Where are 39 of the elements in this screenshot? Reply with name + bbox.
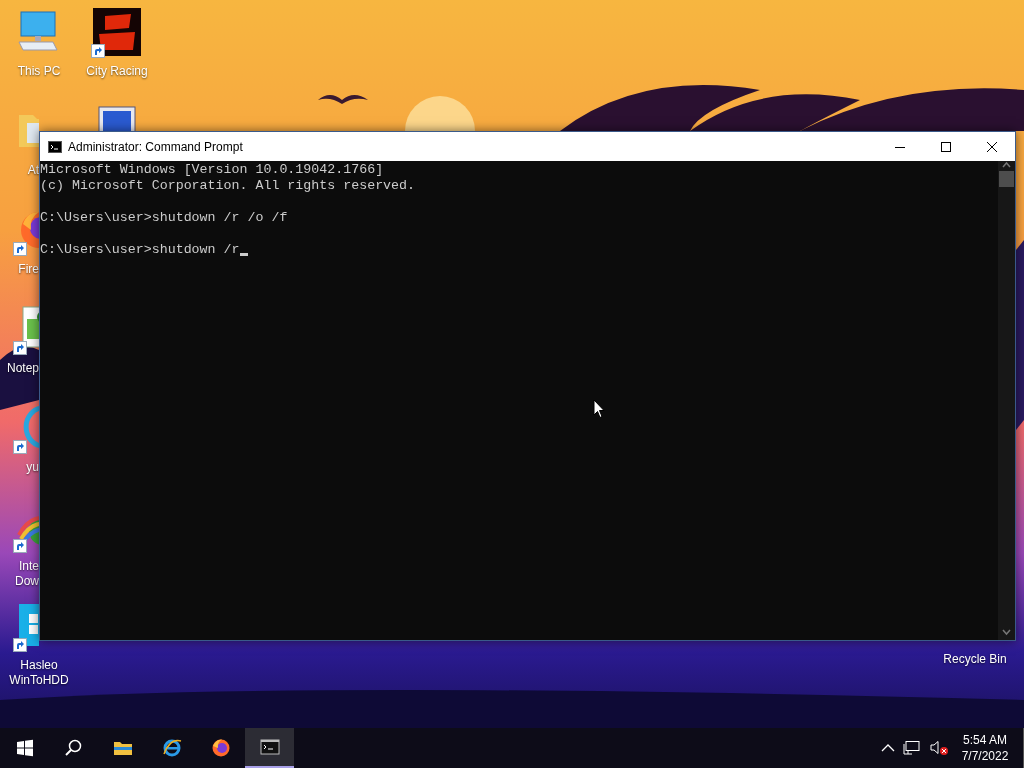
clock-date: 7/7/2022 bbox=[961, 748, 1009, 764]
console-line: Microsoft Windows [Version 10.0.19042.1766] bbox=[40, 162, 384, 178]
maximize-icon bbox=[941, 141, 951, 152]
taskbar-button[interactable] bbox=[245, 728, 294, 768]
console-line: (c) Microsoft Corporation. All rights reserved. bbox=[40, 178, 416, 194]
sun bbox=[405, 96, 475, 131]
game-logo-icon[interactable] bbox=[91, 6, 143, 58]
scroll-down-icon[interactable] bbox=[1002, 628, 1011, 636]
windows-logo-icon bbox=[14, 738, 35, 758]
speaker-icon[interactable] bbox=[929, 740, 949, 756]
console-line: C:\Users\user>shutdown /r /o /f bbox=[40, 210, 288, 226]
network-icon[interactable] bbox=[903, 740, 921, 756]
firefox-icon bbox=[210, 738, 231, 758]
icon-label: Notep bbox=[5, 361, 39, 376]
close-icon bbox=[987, 141, 997, 152]
icon-label: City Racing bbox=[85, 64, 149, 79]
console-icon bbox=[48, 140, 62, 153]
icon-label: This PC bbox=[16, 64, 62, 79]
console-line: C:\Users\user>shutdown /r bbox=[40, 242, 240, 258]
scroll-thumb[interactable] bbox=[999, 171, 1014, 187]
console-area[interactable]: Microsoft Windows [Version 10.0.19042.1766] (c) Microsoft Corporation. All rights reserved. C:\Users\user>shutdown /r /o /f C:\Users\user>shutdown /r bbox=[40, 161, 998, 640]
scrollbar[interactable] bbox=[998, 161, 1015, 640]
palm-leaves bbox=[0, 346, 39, 410]
chevron-up-icon[interactable] bbox=[881, 743, 895, 753]
window-title: Administrator: Command Prompt bbox=[68, 139, 244, 154]
ie-logo-icon bbox=[161, 738, 182, 758]
console-icon bbox=[259, 737, 280, 757]
icon-label: yu bbox=[25, 460, 39, 475]
icon-label: Recycle Bin bbox=[942, 652, 1008, 667]
icon-label: At bbox=[26, 163, 39, 178]
mouse-pointer-icon bbox=[593, 399, 605, 419]
clock-time: 5:54 AM bbox=[963, 732, 1007, 748]
icon-label: Fire bbox=[17, 262, 39, 277]
icon-label: Hasleo WinToHDD bbox=[8, 658, 70, 688]
clock[interactable]: 5:54 AM 7/7/2022 bbox=[957, 732, 1013, 764]
icon-label: Inte Dow bbox=[14, 559, 39, 589]
search-icon bbox=[63, 738, 84, 758]
scroll-up-icon[interactable] bbox=[1002, 161, 1011, 169]
bird bbox=[318, 95, 368, 104]
